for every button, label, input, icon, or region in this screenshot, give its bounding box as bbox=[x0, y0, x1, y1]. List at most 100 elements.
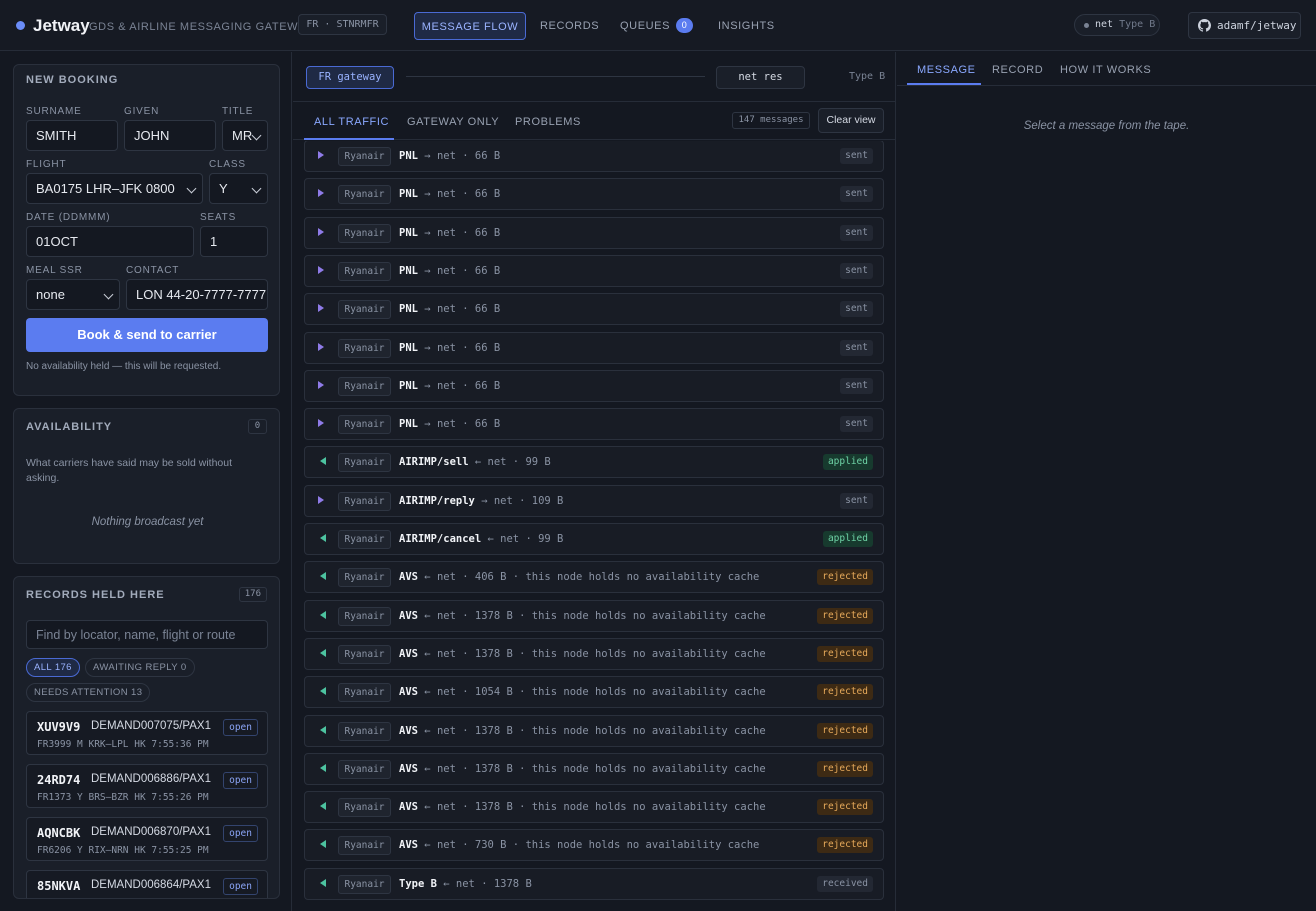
filter-needs-attention[interactable]: NEEDS ATTENTION 13 bbox=[26, 683, 151, 702]
tab-gateway-only[interactable]: GATEWAY ONLY bbox=[407, 116, 499, 128]
filter-all[interactable]: ALL 176 bbox=[26, 658, 80, 677]
network-status-pill[interactable]: net Type B bbox=[1074, 14, 1160, 36]
github-repo-link[interactable]: adamf/jetway bbox=[1188, 12, 1301, 39]
tab-message[interactable]: MESSAGE bbox=[917, 64, 976, 76]
given-name-field[interactable]: JOHN bbox=[124, 120, 216, 151]
carrier-tag: Ryanair bbox=[338, 491, 391, 511]
nav-insights[interactable]: INSIGHTS bbox=[718, 12, 775, 40]
message-row[interactable]: Ryanair PNL → net · 66 B sent bbox=[304, 293, 884, 326]
message-row[interactable]: Ryanair AVS ← net · 406 B · this node hol… bbox=[304, 561, 884, 594]
message-row[interactable]: Ryanair PNL → net · 66 B sent bbox=[304, 141, 884, 172]
message-flow-panel: FR gateway net res Type B ALL TRAFFIC GA… bbox=[293, 52, 896, 911]
inbound-arrow-icon bbox=[320, 457, 326, 466]
record-item[interactable]: XUV9V9 DEMAND007075/PAX1 open FR3999 M K… bbox=[26, 711, 268, 755]
outbound-arrow-icon bbox=[318, 342, 324, 351]
message-row[interactable]: Ryanair AVS ← net · 1378 B · this node ho… bbox=[304, 637, 884, 670]
tab-all-traffic[interactable]: ALL TRAFFIC bbox=[314, 116, 389, 128]
message-row[interactable]: Ryanair AVS ← net · 1378 B · this node ho… bbox=[304, 714, 884, 747]
nav-records[interactable]: RECORDS bbox=[540, 12, 599, 40]
nav-queues[interactable]: QUEUES 0 bbox=[620, 12, 694, 40]
availability-title: AVAILABILITY bbox=[26, 421, 113, 433]
tab-record[interactable]: RECORD bbox=[992, 64, 1043, 76]
filter-awaiting-reply[interactable]: AWAITING REPLY 0 bbox=[85, 658, 195, 677]
inbound-arrow-icon bbox=[320, 763, 326, 772]
new-booking-title: NEW BOOKING bbox=[26, 74, 119, 86]
message-row[interactable]: Ryanair AVS ← net · 730 B · this node hol… bbox=[304, 829, 884, 862]
message-row[interactable]: Ryanair AIRIMP/reply → net · 109 B sent bbox=[304, 484, 884, 517]
record-status-badge: open bbox=[223, 772, 258, 789]
availability-empty-state: Nothing broadcast yet bbox=[91, 516, 204, 528]
gateway-node-chip[interactable]: FR gateway bbox=[306, 66, 394, 89]
record-item[interactable]: 24RD74 DEMAND006886/PAX1 open FR1373 Y B… bbox=[26, 764, 268, 808]
message-row[interactable]: Ryanair Type B ← net · 1378 B received bbox=[304, 867, 884, 900]
message-summary: PNL → net · 66 B bbox=[399, 380, 500, 392]
message-tape[interactable]: Ryanair PNL → net · 66 B sent Ryanair PNL → … bbox=[293, 141, 895, 911]
message-detail: ← net · 1378 B · this node holds no avai… bbox=[424, 801, 766, 814]
message-row[interactable]: Ryanair PNL → net · 66 B sent bbox=[304, 216, 884, 249]
message-detail: → net · 66 B bbox=[424, 188, 501, 201]
message-row[interactable]: Ryanair PNL → net · 66 B sent bbox=[304, 369, 884, 402]
message-row[interactable]: Ryanair AVS ← net · 1054 B · this node ho… bbox=[304, 676, 884, 709]
class-select[interactable]: Y bbox=[209, 173, 268, 204]
records-title: RECORDS HELD HERE bbox=[26, 589, 165, 601]
records-card: RECORDS HELD HERE 176 ALL 176 AWAITING R… bbox=[13, 576, 280, 899]
message-kind: AVS bbox=[399, 801, 418, 814]
message-detail: → net · 66 B bbox=[424, 379, 501, 392]
detail-tabs: MESSAGE RECORD HOW IT WORKS bbox=[897, 52, 1316, 86]
filter-awaiting-label: AWAITING REPLY bbox=[93, 662, 178, 673]
message-status-badge: rejected bbox=[817, 645, 873, 662]
message-detail: → net · 109 B bbox=[481, 494, 564, 507]
chevron-down-icon bbox=[251, 183, 262, 194]
seats-field[interactable]: 1 bbox=[200, 226, 268, 257]
queues-count-badge: 0 bbox=[676, 18, 694, 33]
carrier-tag: Ryanair bbox=[338, 376, 391, 396]
message-summary: AVS ← net · 730 B · this node holds no a… bbox=[399, 839, 759, 851]
message-kind: PNL bbox=[399, 341, 418, 354]
message-kind: AIRIMP/reply bbox=[399, 494, 475, 507]
net-res-chip[interactable]: net res bbox=[716, 66, 805, 89]
message-row[interactable]: Ryanair PNL → net · 66 B sent bbox=[304, 254, 884, 287]
carrier-tag: Ryanair bbox=[338, 223, 391, 243]
message-status-badge: sent bbox=[840, 377, 873, 394]
record-item[interactable]: AQNCBK DEMAND006870/PAX1 open FR6206 Y R… bbox=[26, 817, 268, 861]
title-select[interactable]: MR bbox=[222, 120, 268, 151]
message-row[interactable]: Ryanair PNL → net · 66 B sent bbox=[304, 331, 884, 364]
message-row[interactable]: Ryanair AVS ← net · 1378 B · this node ho… bbox=[304, 599, 884, 632]
record-name: DEMAND006886/PAX1 bbox=[91, 773, 211, 785]
message-kind: PNL bbox=[399, 418, 418, 431]
records-search-input[interactable] bbox=[26, 620, 268, 649]
inbound-arrow-icon bbox=[320, 572, 326, 581]
contact-label: CONTACT bbox=[126, 265, 180, 276]
message-row[interactable]: Ryanair AIRIMP/sell ← net · 99 B applied bbox=[304, 446, 884, 479]
filter-attention-label: NEEDS ATTENTION bbox=[34, 687, 128, 698]
flight-select[interactable]: BA0175 LHR–JFK 0800 bbox=[26, 173, 203, 204]
message-kind: AVS bbox=[399, 647, 418, 660]
record-item[interactable]: 85NKVA DEMAND006864/PAX1 open bbox=[26, 870, 268, 898]
message-row[interactable]: Ryanair PNL → net · 66 B sent bbox=[304, 408, 884, 441]
network-type: Type B bbox=[1119, 19, 1156, 30]
meal-ssr-select[interactable]: none bbox=[26, 279, 120, 310]
message-summary: AVS ← net · 1378 B · this node holds no … bbox=[399, 763, 766, 775]
message-summary: AVS ← net · 1378 B · this node holds no … bbox=[399, 648, 766, 660]
book-send-button[interactable]: Book & send to carrier bbox=[26, 318, 268, 352]
message-row[interactable]: Ryanair AIRIMP/cancel ← net · 99 B applied bbox=[304, 523, 884, 555]
message-kind: PNL bbox=[399, 188, 418, 201]
filter-attention-count: 13 bbox=[131, 687, 143, 698]
connection-line bbox=[406, 76, 705, 77]
tab-how-it-works[interactable]: HOW IT WORKS bbox=[1060, 64, 1151, 76]
nav-message-flow[interactable]: MESSAGE FLOW bbox=[414, 12, 526, 40]
active-tab-indicator bbox=[907, 83, 981, 85]
message-row[interactable]: Ryanair AVS ← net · 1378 B · this node ho… bbox=[304, 791, 884, 824]
surname-field[interactable]: SMITH bbox=[26, 120, 118, 151]
new-booking-card: NEW BOOKING SURNAME SMITH GIVEN JOHN TIT… bbox=[13, 64, 280, 396]
detail-empty-state: Select a message from the tape. bbox=[1023, 120, 1190, 132]
clear-view-button[interactable]: Clear view bbox=[818, 108, 884, 133]
contact-field[interactable]: LON 44-20-7777-7777 bbox=[126, 279, 268, 310]
tab-problems[interactable]: PROBLEMS bbox=[515, 116, 581, 128]
message-status-badge: sent bbox=[840, 416, 873, 433]
message-row[interactable]: Ryanair AVS ← net · 1378 B · this node ho… bbox=[304, 752, 884, 785]
filter-awaiting-count: 0 bbox=[180, 662, 187, 673]
message-row[interactable]: Ryanair PNL → net · 66 B sent bbox=[304, 178, 884, 211]
date-field[interactable]: 01OCT bbox=[26, 226, 194, 257]
message-status-badge: rejected bbox=[817, 760, 873, 777]
